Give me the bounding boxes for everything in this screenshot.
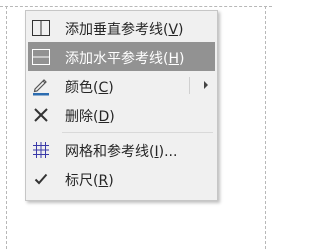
menu-item-label: 添加垂直参考线(V) bbox=[65, 22, 184, 38]
vertical-guide-icon bbox=[31, 18, 51, 38]
grid-icon bbox=[31, 140, 51, 160]
menu-item-add-horizontal-guide[interactable]: 添加水平参考线(H) bbox=[28, 42, 215, 71]
checkmark-icon bbox=[31, 169, 51, 189]
delete-x-icon bbox=[31, 105, 51, 125]
dashed-guide-left bbox=[6, 6, 7, 249]
dashed-guide-top bbox=[0, 6, 272, 7]
menu-item-delete[interactable]: 删除(D) bbox=[26, 100, 217, 129]
menu-item-grid-and-guides[interactable]: 网格和参考线(I)... bbox=[26, 135, 217, 164]
pen-color-icon bbox=[31, 76, 51, 96]
menu-item-ruler[interactable]: 标尺(R) bbox=[26, 164, 217, 193]
submenu-divider bbox=[189, 77, 190, 94]
horizontal-guide-icon bbox=[31, 47, 51, 67]
menu-separator bbox=[62, 132, 213, 133]
guides-context-menu: 添加垂直参考线(V) 添加水平参考线(H) 颜色(C) 删除(D) 网格和参考线… bbox=[25, 10, 218, 201]
submenu-arrow-icon[interactable] bbox=[204, 81, 208, 89]
menu-item-label: 网格和参考线(I)... bbox=[65, 144, 178, 160]
menu-item-label: 标尺(R) bbox=[65, 173, 114, 189]
dashed-guide-right bbox=[265, 6, 266, 249]
menu-item-label: 颜色(C) bbox=[65, 80, 114, 96]
slide-canvas: 添加垂直参考线(V) 添加水平参考线(H) 颜色(C) 删除(D) 网格和参考线… bbox=[0, 0, 272, 249]
menu-item-label: 删除(D) bbox=[65, 109, 115, 125]
menu-item-color[interactable]: 颜色(C) bbox=[26, 71, 217, 100]
menu-item-add-vertical-guide[interactable]: 添加垂直参考线(V) bbox=[26, 13, 217, 42]
menu-item-label: 添加水平参考线(H) bbox=[65, 51, 185, 67]
